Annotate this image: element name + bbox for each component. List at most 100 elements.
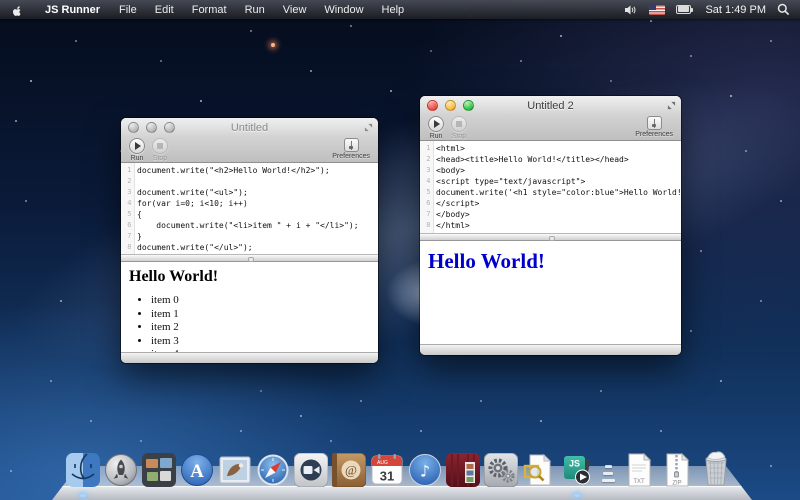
fullscreen-icon[interactable] bbox=[364, 123, 373, 132]
code-line: 8</html> bbox=[420, 220, 681, 231]
code-line: 2<head><title>Hello World!</title></head… bbox=[420, 154, 681, 165]
stop-label: Stop bbox=[153, 155, 167, 162]
dock-icon-mail[interactable] bbox=[218, 453, 252, 487]
dock-icon-launchpad[interactable] bbox=[104, 453, 138, 487]
code-line: 4for(var i=0; i<10; i++) bbox=[121, 198, 378, 209]
svg-text:A: A bbox=[190, 461, 204, 482]
volume-icon[interactable] bbox=[624, 4, 638, 16]
output-list-item: item 1 bbox=[151, 308, 378, 322]
window-footer bbox=[121, 352, 378, 363]
svg-text:31: 31 bbox=[380, 469, 394, 484]
dock-icon-preview[interactable] bbox=[522, 453, 556, 487]
dock-icon-trash[interactable] bbox=[698, 447, 734, 487]
svg-text:AUG: AUG bbox=[377, 460, 388, 466]
stop-button[interactable]: Stop bbox=[152, 138, 168, 162]
code-line: 5{ bbox=[121, 209, 378, 220]
output-list-item: item 3 bbox=[151, 335, 378, 349]
menu-app-name[interactable]: JS Runner bbox=[35, 4, 110, 16]
output-list-item: item 0 bbox=[151, 294, 378, 308]
dock-icon-itunes[interactable]: ♪♪ bbox=[408, 453, 442, 487]
menu-window[interactable]: Window bbox=[315, 4, 372, 16]
dock-icon-ical[interactable]: AUG31AUG31 bbox=[370, 453, 404, 487]
code-line: 7</body> bbox=[420, 209, 681, 220]
menu-bar: JS Runner File Edit Format Run View Wind… bbox=[0, 0, 800, 19]
stop-icon bbox=[451, 116, 467, 132]
menu-help[interactable]: Help bbox=[373, 4, 414, 16]
dock-icon-js-runner[interactable]: JSJS bbox=[560, 453, 594, 487]
output-list-item: item 2 bbox=[151, 321, 378, 335]
dock-icon-zip-file[interactable]: ZIPZIP bbox=[660, 453, 694, 487]
run-label: Run bbox=[131, 155, 144, 162]
code-line: 3<body> bbox=[420, 165, 681, 176]
dock-icon-app-store[interactable]: AA bbox=[180, 453, 214, 487]
window-untitled-2: Untitled 2 Run Stop Preferences 1<html>2… bbox=[420, 96, 681, 355]
apple-icon bbox=[11, 3, 24, 17]
code-line: 6 document.write("<li>item " + i + "</li… bbox=[121, 220, 378, 231]
dock-icon-finder[interactable] bbox=[66, 453, 100, 487]
dock-icon-address-book[interactable]: @@ bbox=[332, 453, 366, 487]
dock-icon-photo-booth[interactable] bbox=[446, 453, 480, 487]
window-title: Untitled bbox=[121, 122, 378, 134]
code-editor[interactable]: 1<html>2<head><title>Hello World!</title… bbox=[420, 141, 681, 233]
preferences-button[interactable]: Preferences bbox=[332, 138, 370, 160]
dock-separator[interactable] bbox=[600, 461, 616, 487]
output-heading: Hello World! bbox=[428, 249, 681, 274]
svg-text:ZIP: ZIP bbox=[672, 481, 681, 487]
keyboard-layout-flag-icon[interactable] bbox=[649, 5, 665, 15]
svg-text:JS: JS bbox=[569, 459, 580, 469]
menu-clock[interactable]: Sat 1:49 PM bbox=[705, 4, 766, 16]
dock-icon-system-preferences[interactable] bbox=[484, 453, 518, 487]
output-webview: Hello World! bbox=[420, 241, 681, 344]
code-editor[interactable]: 1document.write("<h2>Hello World!</h2>")… bbox=[121, 163, 378, 254]
window-titlebar[interactable]: Untitled bbox=[121, 118, 378, 137]
menu-format[interactable]: Format bbox=[183, 4, 236, 16]
output-list: item 0item 1item 2item 3item 4item 5 bbox=[151, 294, 378, 352]
run-icon bbox=[129, 138, 145, 154]
code-line: 7} bbox=[121, 231, 378, 242]
battery-icon[interactable] bbox=[676, 5, 694, 15]
dock-icon-facetime[interactable] bbox=[294, 453, 328, 487]
menu-run[interactable]: Run bbox=[236, 4, 274, 16]
code-line: 6</script> bbox=[420, 198, 681, 209]
window-untitled: Untitled Run Stop Preferences 1document.… bbox=[121, 118, 378, 363]
run-label: Run bbox=[430, 133, 443, 140]
wallpaper-red-star bbox=[271, 43, 275, 47]
code-line: 2 bbox=[121, 176, 378, 187]
menu-bar-status: Sat 1:49 PM bbox=[624, 0, 800, 19]
svg-text:TXT: TXT bbox=[633, 479, 645, 485]
preferences-icon bbox=[344, 138, 359, 152]
splitter-handle[interactable] bbox=[420, 233, 681, 241]
fullscreen-icon[interactable] bbox=[667, 101, 676, 110]
menu-edit[interactable]: Edit bbox=[146, 4, 183, 16]
code-line: 3document.write("<ul>"); bbox=[121, 187, 378, 198]
dock-icon-safari[interactable] bbox=[256, 453, 290, 487]
preferences-button[interactable]: Preferences bbox=[635, 116, 673, 138]
menu-bar-left: JS Runner File Edit Format Run View Wind… bbox=[0, 0, 413, 19]
run-button[interactable]: Run bbox=[428, 116, 444, 140]
splitter-handle[interactable] bbox=[121, 254, 378, 262]
code-line: 1document.write("<h2>Hello World!</h2>")… bbox=[121, 165, 378, 176]
preferences-label: Preferences bbox=[332, 153, 370, 160]
window-toolbar: Run Stop Preferences bbox=[420, 115, 681, 141]
svg-text:♪: ♪ bbox=[420, 462, 430, 481]
apple-menu[interactable] bbox=[0, 0, 35, 19]
stop-label: Stop bbox=[452, 133, 466, 140]
dock-icons: AA@@AUG31AUG31♪♪JSJSTXTTXTZIPZIP bbox=[40, 447, 760, 487]
spotlight-icon[interactable] bbox=[777, 3, 790, 16]
preferences-icon bbox=[647, 116, 662, 130]
preferences-label: Preferences bbox=[635, 131, 673, 138]
code-line: 4<script type="text/javascript"> bbox=[420, 176, 681, 187]
menu-file[interactable]: File bbox=[110, 4, 146, 16]
run-button[interactable]: Run bbox=[129, 138, 145, 162]
stop-icon bbox=[152, 138, 168, 154]
output-heading: Hello World! bbox=[129, 268, 378, 286]
stop-button[interactable]: Stop bbox=[451, 116, 467, 140]
dock-icon-mission-control[interactable] bbox=[142, 453, 176, 487]
output-webview: Hello World! item 0item 1item 2item 3ite… bbox=[121, 262, 378, 352]
code-line: 1<html> bbox=[420, 143, 681, 154]
dock-icon-txt-file[interactable]: TXTTXT bbox=[622, 453, 656, 487]
window-titlebar[interactable]: Untitled 2 bbox=[420, 96, 681, 115]
window-footer bbox=[420, 344, 681, 355]
svg-text:@: @ bbox=[345, 463, 357, 478]
menu-view[interactable]: View bbox=[274, 4, 316, 16]
